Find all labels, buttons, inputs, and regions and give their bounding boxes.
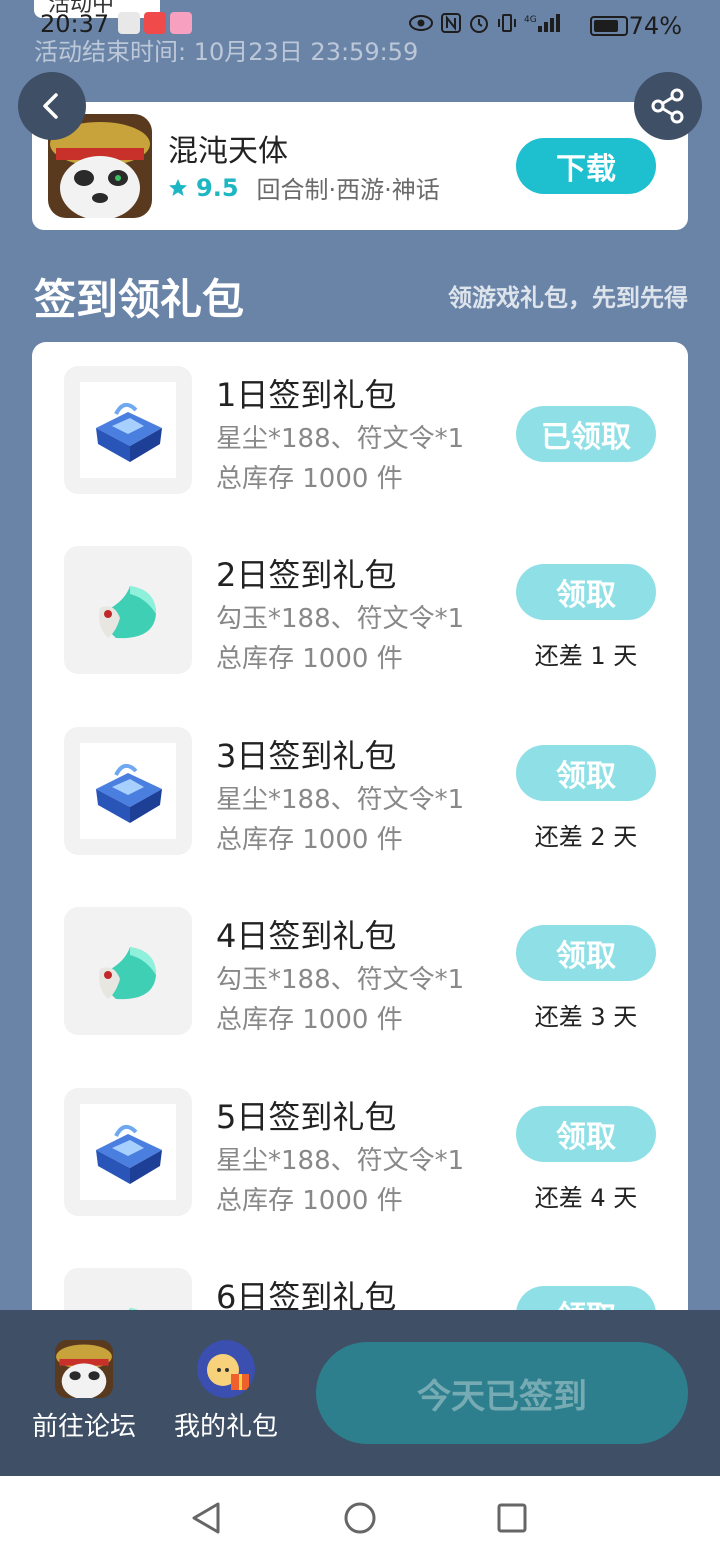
- gift-content: 勾玉*188、符文令*1: [216, 604, 465, 634]
- forum-link[interactable]: 前往论坛: [32, 1340, 136, 1443]
- nav-back-button[interactable]: [186, 1498, 226, 1538]
- magatama-icon: [99, 947, 156, 1000]
- gift-item: 5日签到礼包 星尘*188、符文令*1 总库存 1000 件 领取 还差 4 天: [32, 1064, 688, 1216]
- crystal-chest-icon: [96, 1124, 162, 1184]
- eye-icon: [409, 15, 433, 31]
- gift-content: 星尘*188、符文令*1: [216, 424, 465, 454]
- days-remaining: 还差 4 天: [534, 1184, 638, 1212]
- gift-name: 3日签到礼包: [216, 737, 397, 775]
- claim-button[interactable]: 领取: [516, 1286, 656, 1310]
- bottom-bar: 前往论坛 我的礼包 今天已签到: [0, 1310, 720, 1476]
- game-card: 混沌天体 9.5 回合制·西游·神话 下载: [32, 102, 688, 230]
- claim-button[interactable]: 领取: [516, 925, 656, 981]
- triangle-back-icon: [192, 1502, 220, 1534]
- gift-stock: 总库存 1000 件: [216, 1005, 403, 1035]
- gift-thumb: [64, 546, 192, 674]
- claim-button[interactable]: 领取: [516, 745, 656, 801]
- app-notification-icon: [118, 12, 140, 34]
- gift-name: 2日签到礼包: [216, 556, 397, 594]
- nav-home-button[interactable]: [340, 1498, 380, 1538]
- game-rating: 9.5: [196, 173, 239, 202]
- nfc-icon: [441, 13, 461, 33]
- claim-button[interactable]: 领取: [516, 564, 656, 620]
- magatama-icon: [99, 586, 156, 639]
- forum-label: 前往论坛: [32, 1412, 137, 1442]
- nav-recents-button[interactable]: [492, 1498, 532, 1538]
- game-meta: 9.5 回合制·西游·神话: [168, 170, 440, 205]
- battery-icon: [590, 16, 628, 36]
- gift-stock: 总库存 1000 件: [216, 464, 403, 494]
- activity-end-time: 活动结束时间: 10月23日 23:59:59: [34, 38, 419, 66]
- days-remaining: 还差 2 天: [534, 823, 638, 851]
- crystal-chest-icon: [96, 402, 162, 462]
- battery-percent: 74%: [628, 12, 682, 40]
- star-icon: [169, 178, 187, 196]
- notification-icons: [118, 12, 192, 34]
- gift-name: 6日签到礼包: [216, 1278, 397, 1310]
- gift-thumb: [64, 1088, 192, 1216]
- game-forum-icon: [55, 1340, 113, 1398]
- claim-button[interactable]: 领取: [516, 1106, 656, 1162]
- share-button[interactable]: [634, 72, 702, 140]
- section-subtitle: 领游戏礼包，先到先得: [448, 284, 688, 312]
- claimed-button[interactable]: 已领取: [516, 406, 656, 462]
- gift-thumb: [64, 366, 192, 494]
- signal-icon: 4G: [524, 14, 560, 32]
- gift-content: 星尘*188、符文令*1: [216, 785, 465, 815]
- system-icons: 4G: [408, 12, 560, 34]
- days-remaining: 还差 3 天: [534, 1003, 638, 1031]
- gift-stock: 总库存 1000 件: [216, 1186, 403, 1216]
- system-nav-bar: [0, 1476, 720, 1560]
- gift-name: 1日签到礼包: [216, 376, 397, 414]
- chevron-left-icon: [43, 93, 58, 119]
- my-gifts-label: 我的礼包: [174, 1412, 279, 1442]
- gift-avatar-icon: [197, 1340, 255, 1398]
- gift-item: 1日签到礼包 星尘*188、符文令*1 总库存 1000 件 已领取: [32, 342, 688, 494]
- circle-home-icon: [344, 1502, 376, 1534]
- gift-name: 4日签到礼包: [216, 917, 397, 955]
- app-notification-icon: [144, 12, 166, 34]
- section-title: 签到领礼包: [34, 275, 245, 324]
- gift-item: 4日签到礼包 勾玉*188、符文令*1 总库存 1000 件 领取 还差 3 天: [32, 883, 688, 1035]
- alarm-icon: [470, 15, 488, 33]
- app-notification-icon: [170, 12, 192, 34]
- gift-content: 勾玉*188、符文令*1: [216, 965, 465, 995]
- share-icon: [651, 88, 684, 124]
- gift-item: 2日签到礼包 勾玉*188、符文令*1 总库存 1000 件 领取 还差 1 天: [32, 522, 688, 674]
- gift-thumb: [64, 727, 192, 855]
- magatama-icon: [129, 1308, 138, 1310]
- gift-item: 6日签到礼包 领取: [32, 1244, 688, 1310]
- back-button[interactable]: [18, 72, 86, 140]
- gift-content: 星尘*188、符文令*1: [216, 1146, 465, 1176]
- svg-text:4G: 4G: [524, 15, 537, 25]
- my-gifts-link[interactable]: 我的礼包: [174, 1340, 278, 1443]
- gift-thumb: [64, 1268, 192, 1310]
- gift-thumb: [64, 907, 192, 1035]
- gift-item: 3日签到礼包 星尘*188、符文令*1 总库存 1000 件 领取 还差 2 天: [32, 703, 688, 855]
- game-tags: 回合制·西游·神话: [256, 176, 440, 204]
- vibrate-icon: [498, 14, 516, 32]
- gift-stock: 总库存 1000 件: [216, 825, 403, 855]
- game-title: 混沌天体: [168, 134, 288, 169]
- square-recents-icon: [497, 1503, 527, 1533]
- gift-stock: 总库存 1000 件: [216, 644, 403, 674]
- crystal-chest-icon: [96, 763, 162, 823]
- days-remaining: 还差 1 天: [534, 642, 638, 670]
- gift-list: 1日签到礼包 星尘*188、符文令*1 总库存 1000 件 已领取 2日签到礼…: [32, 342, 688, 1310]
- signed-in-button[interactable]: 今天已签到: [316, 1342, 688, 1444]
- download-button[interactable]: 下载: [516, 138, 656, 194]
- gift-name: 5日签到礼包: [216, 1098, 397, 1136]
